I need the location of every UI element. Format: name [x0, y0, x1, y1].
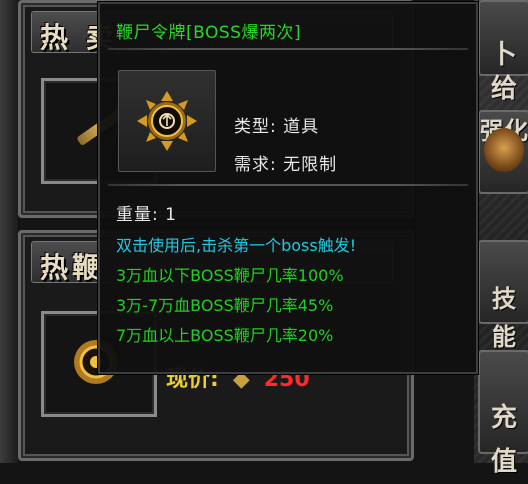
item-weight: 重量: 1	[116, 205, 177, 225]
gift-button-label: 卜 给	[490, 40, 517, 104]
divider	[108, 48, 468, 50]
item-description: 双击使用后,击杀第一个boss触发!	[116, 236, 357, 255]
skills-button[interactable]: 技 能	[478, 240, 528, 351]
gift-button[interactable]: 卜 给	[478, 0, 528, 104]
recharge-button[interactable]: 充 值	[478, 350, 528, 477]
token-icon	[137, 91, 197, 151]
item-type: 类型: 道具	[234, 117, 320, 137]
item-name: 鞭尸令牌[BOSS爆两次]	[116, 23, 302, 43]
drop-rate-line: 3万-7万血BOSS鞭尸几率45%	[116, 296, 334, 315]
item-icon-frame	[118, 70, 216, 172]
left-frame	[0, 0, 18, 463]
drop-rate-line: 3万血以下BOSS鞭尸几率100%	[116, 266, 344, 285]
divider	[108, 184, 468, 186]
demon-face-icon	[484, 128, 524, 172]
item-tooltip: 鞭尸令牌[BOSS爆两次] 类型: 道具 需求: 无限制 重量: 1 双击使用后…	[98, 2, 478, 374]
shop-card-title: 热鞭	[40, 251, 105, 284]
drop-rate-line: 7万血以上BOSS鞭尸几率20%	[116, 326, 334, 345]
recharge-button-label: 充 值	[490, 403, 517, 477]
item-requirement: 需求: 无限制	[234, 155, 338, 175]
skills-button-label: 技 能	[492, 284, 516, 351]
